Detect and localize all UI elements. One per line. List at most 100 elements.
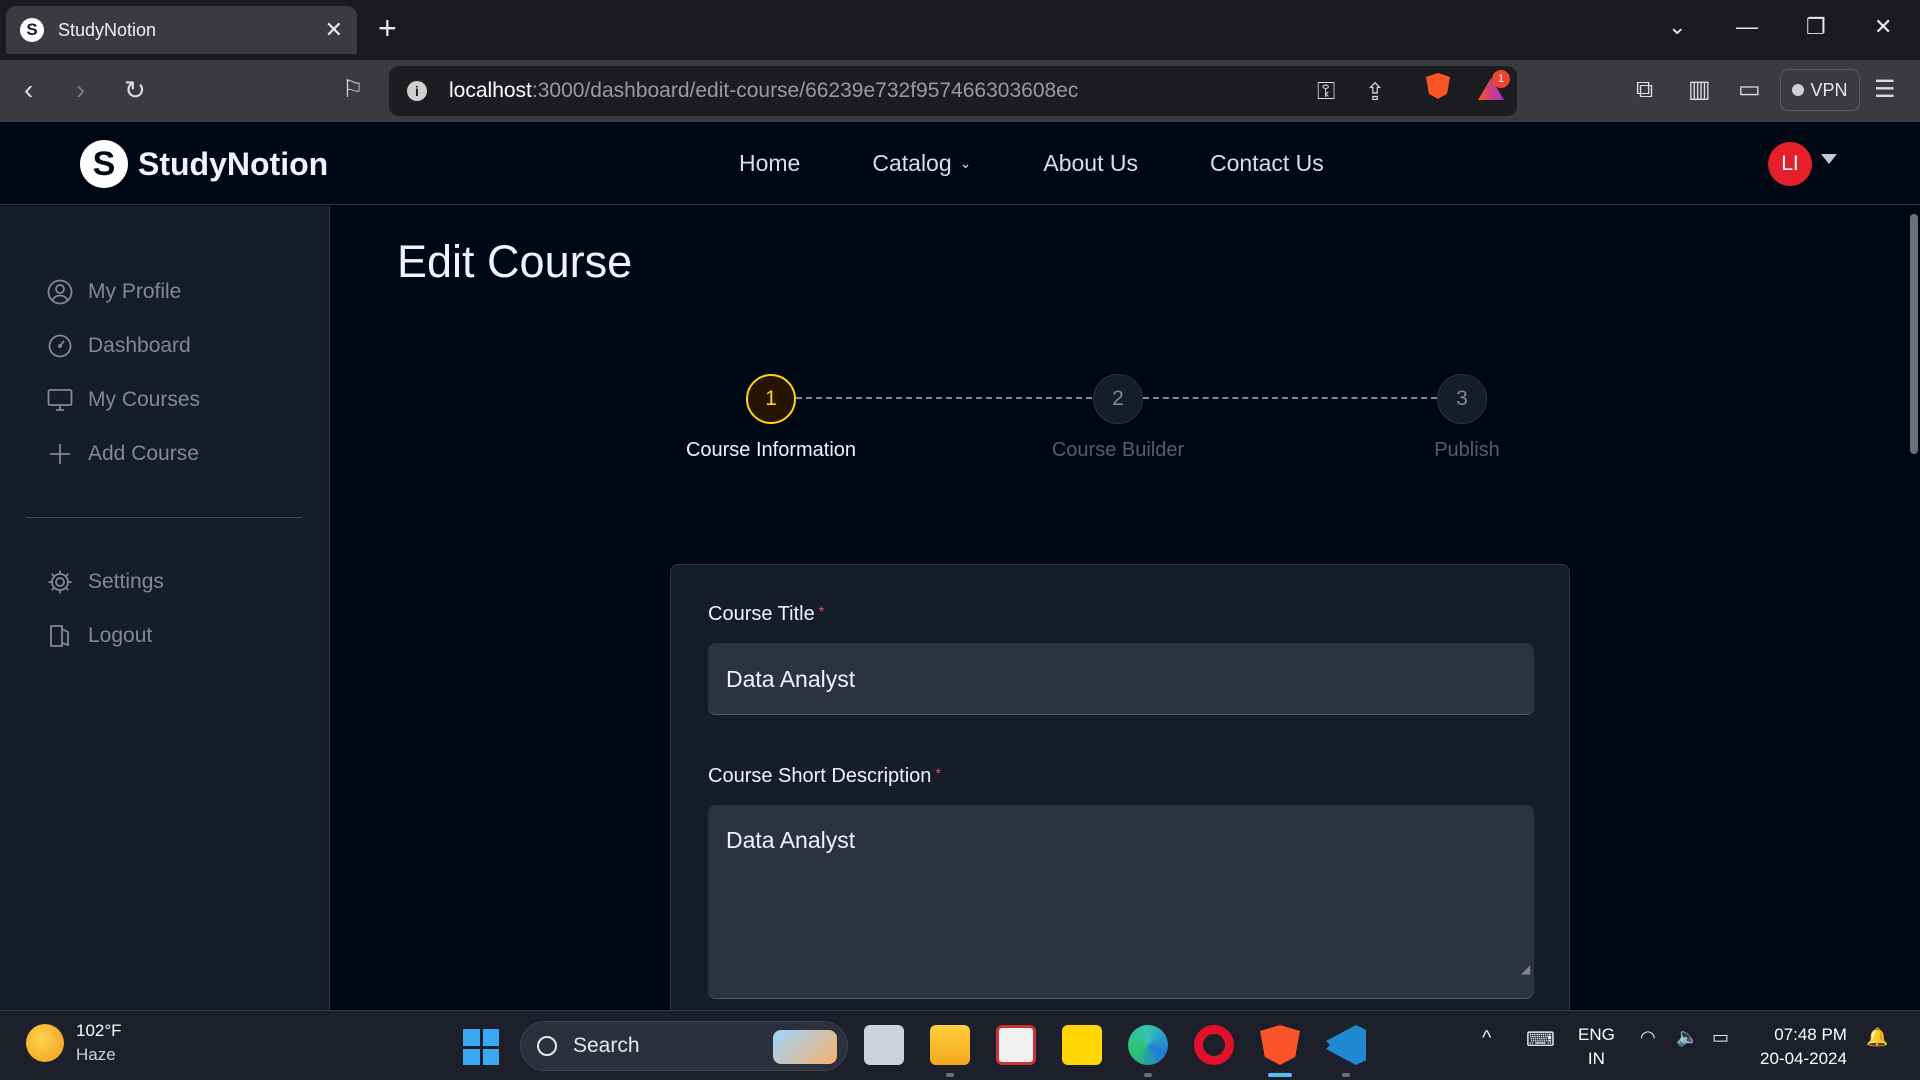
step-1-label: Course Information — [685, 439, 857, 461]
resize-handle-icon[interactable]: ◢ — [1521, 962, 1530, 976]
brave-browser-icon[interactable] — [1260, 1025, 1300, 1065]
nav-link-home[interactable]: Home — [739, 150, 800, 177]
keyboard-icon[interactable]: ⌨ — [1526, 1027, 1555, 1052]
weather-description: Haze — [76, 1045, 116, 1064]
sidebar-item-logout[interactable]: Logout — [46, 622, 152, 650]
extensions-icon[interactable]: ⧉ — [1636, 76, 1653, 104]
wallet-icon[interactable]: ▭ — [1738, 76, 1761, 104]
edge-browser-icon[interactable] — [1128, 1025, 1168, 1065]
profile-icon — [46, 278, 74, 306]
sidebar-item-label: Add Course — [88, 442, 199, 465]
main-content: Edit Course 1 2 3 Course Information Cou… — [331, 206, 1920, 1024]
chevron-up-icon[interactable]: ^ — [1482, 1027, 1491, 1050]
forward-icon[interactable]: › — [76, 76, 85, 104]
step-3-label: Publish — [1434, 439, 1500, 461]
vscode-icon[interactable] — [1326, 1025, 1366, 1065]
step-connector — [1143, 397, 1437, 399]
password-key-icon[interactable]: ⚿ — [1317, 78, 1335, 106]
running-indicator — [1144, 1073, 1152, 1077]
settings-icon — [46, 568, 74, 596]
volume-icon[interactable]: 🔈 — [1676, 1027, 1698, 1048]
logo-text: StudyNotion — [138, 145, 329, 182]
weather-widget[interactable]: 102°F Haze — [26, 1021, 122, 1065]
sidebar-item-add-course[interactable]: Add Course — [46, 440, 199, 468]
sidebar-item-label: Dashboard — [88, 334, 191, 357]
course-title-input[interactable] — [708, 643, 1534, 715]
opera-browser-icon[interactable] — [1194, 1025, 1234, 1065]
tab-title: StudyNotion — [58, 19, 157, 40]
course-form-card: Course Title* Course Short Description* … — [670, 564, 1570, 1024]
course-short-description-label: Course Short Description * — [708, 765, 941, 787]
site-logo[interactable]: S StudyNotion — [80, 140, 328, 188]
notification-bell-icon[interactable]: 🔔 — [1866, 1027, 1888, 1048]
os-taskbar: 102°F Haze Search ^ ⌨ ENG IN ◠ 🔈 ▭ 07:48… — [0, 1010, 1920, 1080]
logout-icon — [46, 622, 74, 650]
language-indicator[interactable]: ENG IN — [1578, 1023, 1615, 1071]
close-window-icon[interactable]: ✕ — [1874, 14, 1892, 40]
sidebar-item-dashboard[interactable]: Dashboard — [46, 332, 191, 360]
step-connector — [796, 397, 1092, 399]
taskbar-search-label: Search — [573, 1034, 640, 1057]
share-icon[interactable]: ⇪ — [1365, 78, 1385, 107]
address-bar[interactable]: i localhost:3000/dashboard/edit-course/6… — [389, 66, 1517, 116]
nav-link-catalog[interactable]: Catalog ⌄ — [872, 150, 971, 177]
minimize-icon[interactable]: — — [1736, 14, 1758, 40]
browser-tab[interactable]: S StudyNotion ✕ — [6, 6, 357, 54]
reload-icon[interactable]: ↻ — [124, 76, 146, 104]
sidebar-item-my-courses[interactable]: My Courses — [46, 386, 200, 414]
step-2-circle: 2 — [1093, 374, 1143, 424]
tab-search-chevron-icon[interactable]: ⌄ — [1668, 14, 1686, 40]
file-explorer-icon[interactable] — [930, 1025, 970, 1065]
tab-close-icon[interactable]: ✕ — [325, 17, 343, 43]
dashboard-icon — [46, 332, 74, 360]
nav-link-catalog-label: Catalog — [872, 150, 952, 176]
sidebar-item-label: Logout — [88, 624, 153, 647]
plus-icon — [46, 440, 74, 468]
course-title-label: Course Title * — [708, 603, 825, 625]
monitor-icon — [46, 386, 74, 414]
sidebar-toggle-icon[interactable]: ▥ — [1688, 76, 1711, 104]
required-mark: * — [818, 603, 825, 619]
clock-date: 20-04-2024 — [1760, 1049, 1847, 1068]
running-indicator — [1342, 1073, 1350, 1077]
step-2-label: Course Builder — [1051, 439, 1185, 461]
browser-tab-bar: S StudyNotion ✕ + ⌄ — ❐ ✕ — [0, 0, 1920, 60]
browser-menu-icon[interactable]: ☰ — [1874, 76, 1896, 104]
task-view-icon[interactable] — [864, 1025, 904, 1065]
windows-start-icon[interactable] — [463, 1029, 499, 1065]
sticky-notes-icon[interactable] — [1062, 1025, 1102, 1065]
restore-icon[interactable]: ❐ — [1806, 14, 1826, 40]
system-clock[interactable]: 07:48 PM 20-04-2024 — [1760, 1023, 1847, 1071]
tab-favicon-icon: S — [20, 18, 44, 42]
sidebar-item-my-profile[interactable]: My Profile — [46, 278, 181, 306]
vpn-button[interactable]: VPN — [1780, 69, 1860, 111]
chevron-down-icon: ⌄ — [959, 155, 972, 171]
wifi-icon[interactable]: ◠ — [1640, 1027, 1656, 1048]
page-title: Edit Course — [397, 236, 633, 287]
snipping-tool-icon[interactable] — [996, 1025, 1036, 1065]
search-icon — [537, 1036, 557, 1056]
site-info-icon[interactable]: i — [407, 81, 427, 101]
bookmark-icon[interactable]: ⚐ — [342, 76, 364, 104]
vpn-label: VPN — [1810, 79, 1848, 100]
url-text[interactable]: localhost:3000/dashboard/edit-course/662… — [449, 79, 1078, 103]
taskbar-search[interactable]: Search — [520, 1021, 848, 1071]
search-highlight-icon — [773, 1030, 837, 1064]
running-indicator — [946, 1073, 954, 1077]
new-tab-icon[interactable]: + — [378, 12, 397, 44]
region-code: IN — [1587, 1049, 1605, 1068]
page-scrollbar[interactable] — [1910, 214, 1918, 454]
sidebar-item-settings[interactable]: Settings — [46, 568, 164, 596]
step-3-circle: 3 — [1437, 374, 1487, 424]
course-short-description-input[interactable]: Data Analyst — [708, 805, 1534, 999]
sidebar-item-label: Settings — [88, 570, 164, 593]
back-icon[interactable]: ‹ — [24, 76, 33, 104]
avatar[interactable]: LI — [1768, 142, 1812, 186]
active-app-indicator — [1268, 1073, 1292, 1077]
sidebar-divider — [26, 517, 302, 518]
dashboard-sidebar: My Profile Dashboard My Courses Add Cour… — [0, 206, 330, 1010]
caret-down-icon[interactable] — [1821, 154, 1837, 164]
battery-icon[interactable]: ▭ — [1712, 1027, 1729, 1048]
nav-link-contact[interactable]: Contact Us — [1210, 150, 1324, 177]
nav-link-about[interactable]: About Us — [1043, 150, 1138, 177]
